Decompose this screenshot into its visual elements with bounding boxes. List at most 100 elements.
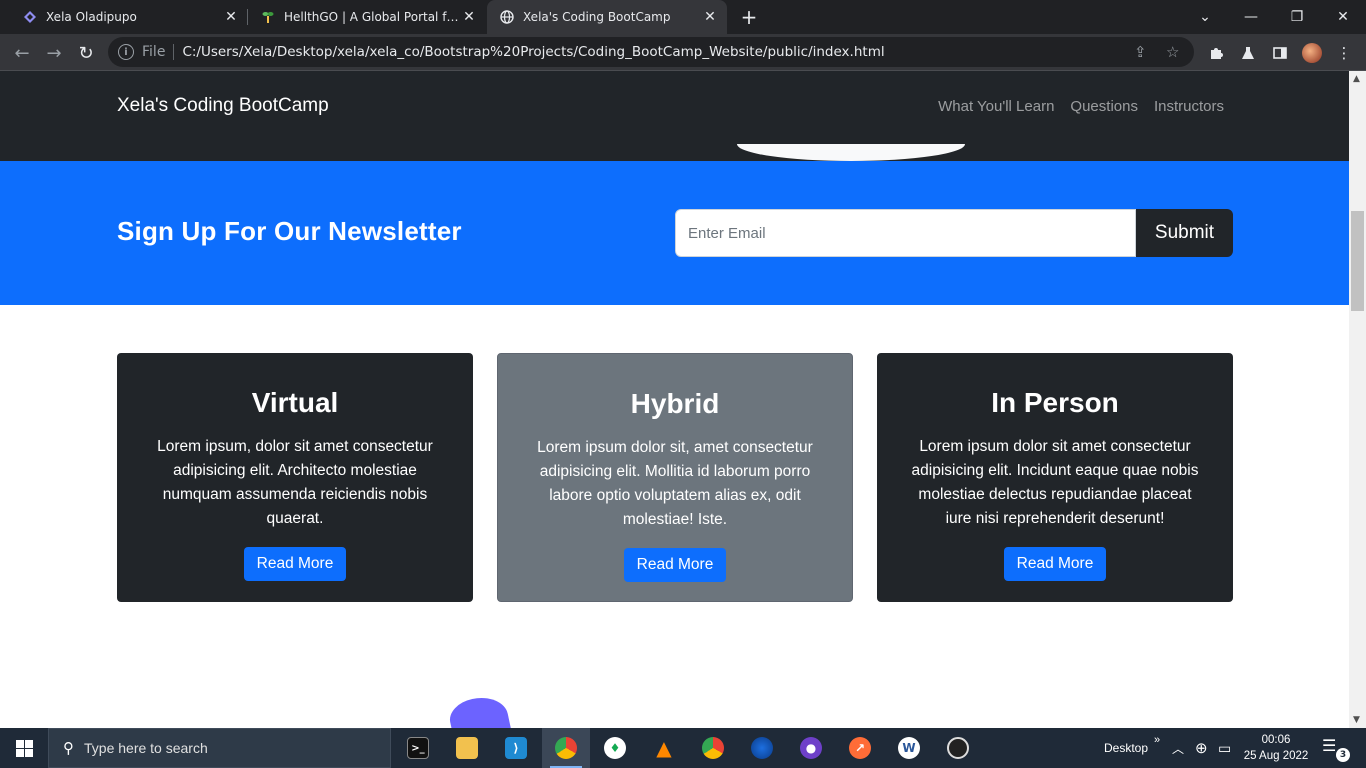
tab-xela-oladipupo[interactable]: Xela Oladipupo ✕ xyxy=(8,0,248,34)
start-button[interactable] xyxy=(0,728,48,768)
submit-button[interactable]: Submit xyxy=(1136,209,1233,257)
reload-icon[interactable]: ↻ xyxy=(72,39,100,67)
scroll-down-arrow-icon[interactable]: ▼ xyxy=(1353,715,1360,725)
chrome-icon xyxy=(702,737,724,759)
obs-icon xyxy=(947,737,969,759)
address-divider xyxy=(173,44,175,60)
taskbar-app-chrome-dev[interactable] xyxy=(542,728,590,768)
card-text: Lorem ipsum dolor sit, amet consectetur … xyxy=(537,439,813,528)
page-viewport: Xela's Coding BootCamp What You'll Learn… xyxy=(0,71,1349,728)
taskbar-app-terminal[interactable]: >_ xyxy=(394,728,442,768)
menu-kebab-icon[interactable]: ⋮ xyxy=(1330,39,1358,67)
restore-icon[interactable]: ❐ xyxy=(1274,0,1320,34)
notification-count-badge: 3 xyxy=(1336,748,1350,762)
windows-taskbar: ⚲ Type here to search >_ ⟩ ♦ ▲ ● ↗ W Des… xyxy=(0,728,1366,768)
folder-icon xyxy=(456,737,478,759)
tab-hellthgo[interactable]: HellthGO | A Global Portal for Ge ✕ xyxy=(250,0,486,34)
notification-center-icon[interactable]: ☰ 3 xyxy=(1322,736,1350,762)
taskbar-app-chrome[interactable] xyxy=(689,728,737,768)
firefox-icon xyxy=(751,737,773,759)
windows-logo-icon xyxy=(15,739,33,757)
card-title: In Person xyxy=(991,387,1119,418)
diamond-icon xyxy=(22,9,38,25)
card-text: Lorem ipsum, dolor sit amet consectetur … xyxy=(157,438,433,527)
back-arrow-icon[interactable]: ← xyxy=(8,39,36,67)
tab-coding-bootcamp[interactable]: Xela's Coding BootCamp ✕ xyxy=(487,0,727,34)
vlc-cone-icon: ▲ xyxy=(656,736,672,760)
github-icon: ● xyxy=(800,737,822,759)
share-icon[interactable]: ⇪ xyxy=(1134,37,1147,67)
plant-icon xyxy=(260,9,276,25)
browser-tab-strip: Xela Oladipupo ✕ HellthGO | A Global Por… xyxy=(0,0,1366,34)
read-more-button[interactable]: Read More xyxy=(623,548,727,582)
read-more-button[interactable]: Read More xyxy=(243,547,347,581)
taskbar-app-obs[interactable] xyxy=(934,728,982,768)
close-tab-icon[interactable]: ✕ xyxy=(222,8,240,26)
info-icon[interactable]: i xyxy=(118,44,134,60)
toolbar-expand-icon[interactable]: » xyxy=(1154,720,1160,760)
read-more-button[interactable]: Read More xyxy=(1003,547,1107,581)
card-text: Lorem ipsum dolor sit amet consectetur a… xyxy=(911,438,1199,527)
scroll-up-arrow-icon[interactable]: ▲ xyxy=(1353,74,1360,84)
clock-date: 25 Aug 2022 xyxy=(1243,750,1309,762)
close-tab-icon[interactable]: ✕ xyxy=(460,8,478,26)
nav-link-what-youll-learn[interactable]: What You'll Learn xyxy=(938,98,1054,115)
chrome-icon xyxy=(555,737,577,759)
close-tab-icon[interactable]: ✕ xyxy=(701,8,719,26)
labs-flask-icon[interactable] xyxy=(1234,39,1262,67)
tab-title: Xela Oladipupo xyxy=(46,10,137,24)
taskbar-search[interactable]: ⚲ Type here to search xyxy=(48,728,391,768)
hero-image-edge xyxy=(737,144,965,161)
address-prefix: File xyxy=(142,44,166,60)
site-brand[interactable]: Xela's Coding BootCamp xyxy=(117,95,329,117)
search-icon: ⚲ xyxy=(63,739,74,757)
nav-link-questions[interactable]: Questions xyxy=(1070,98,1138,115)
bookmark-star-icon[interactable]: ☆ xyxy=(1166,37,1179,67)
scrollbar-thumb[interactable] xyxy=(1351,211,1364,311)
taskbar-app-postman[interactable]: ↗ xyxy=(836,728,884,768)
taskbar-app-mongodb[interactable]: ♦ xyxy=(591,728,639,768)
new-tab-button[interactable]: + xyxy=(736,4,762,30)
show-hidden-icons-icon[interactable]: ︿ xyxy=(1172,728,1184,768)
tab-title: Xela's Coding BootCamp xyxy=(523,10,671,24)
postman-icon: ↗ xyxy=(849,737,871,759)
taskbar-app-file-explorer[interactable] xyxy=(443,728,491,768)
side-panel-icon[interactable] xyxy=(1266,39,1294,67)
newsletter-section: Sign Up For Our Newsletter Submit xyxy=(0,161,1349,305)
taskbar-app-word[interactable]: W xyxy=(885,728,933,768)
email-input[interactable] xyxy=(675,209,1136,257)
taskbar-app-vscode[interactable]: ⟩ xyxy=(492,728,540,768)
minimize-icon[interactable]: — xyxy=(1228,0,1274,34)
profile-avatar[interactable] xyxy=(1298,39,1326,67)
mongodb-leaf-icon: ♦ xyxy=(604,737,626,759)
extensions-puzzle-icon[interactable] xyxy=(1202,39,1230,67)
tab-title: HellthGO | A Global Portal for Ge xyxy=(284,10,464,24)
tab-search-icon[interactable]: ⌄ xyxy=(1182,0,1228,34)
taskbar-clock[interactable]: 00:06 25 Aug 2022 xyxy=(1240,732,1312,764)
search-placeholder: Type here to search xyxy=(84,740,208,756)
taskbar-app-github[interactable]: ● xyxy=(787,728,835,768)
forward-arrow-icon[interactable]: → xyxy=(40,39,68,67)
battery-icon[interactable]: ▭ xyxy=(1218,728,1231,768)
tab-divider xyxy=(247,9,248,25)
desktop-toolbar-label[interactable]: Desktop xyxy=(1104,728,1148,768)
close-window-icon[interactable]: ✕ xyxy=(1320,0,1366,34)
nav-link-instructors[interactable]: Instructors xyxy=(1154,98,1224,115)
taskbar-app-vlc[interactable]: ▲ xyxy=(640,728,688,768)
page-scrollbar[interactable]: ▲ ▼ xyxy=(1349,71,1366,728)
card-virtual: Virtual Lorem ipsum, dolor sit amet cons… xyxy=(117,353,473,602)
browser-toolbar: ← → ↻ i File C:/Users/Xela/Desktop/xela/… xyxy=(0,34,1366,71)
avatar xyxy=(1302,43,1322,63)
address-bar[interactable]: i File C:/Users/Xela/Desktop/xela/xela_c… xyxy=(108,37,1194,67)
card-in-person: In Person Lorem ipsum dolor sit amet con… xyxy=(877,353,1233,602)
card-title: Hybrid xyxy=(630,388,720,419)
word-icon: W xyxy=(898,737,920,759)
url-text[interactable]: C:/Users/Xela/Desktop/xela/xela_co/Boots… xyxy=(182,44,884,60)
illustration-fragment xyxy=(446,692,512,728)
language-globe-icon[interactable]: ⊕ xyxy=(1195,728,1208,768)
vscode-icon: ⟩ xyxy=(505,737,527,759)
taskbar-app-firefox[interactable] xyxy=(738,728,786,768)
nav-links: What You'll Learn Questions Instructors xyxy=(938,98,1224,115)
globe-icon xyxy=(499,9,515,25)
card-title: Virtual xyxy=(251,387,339,418)
